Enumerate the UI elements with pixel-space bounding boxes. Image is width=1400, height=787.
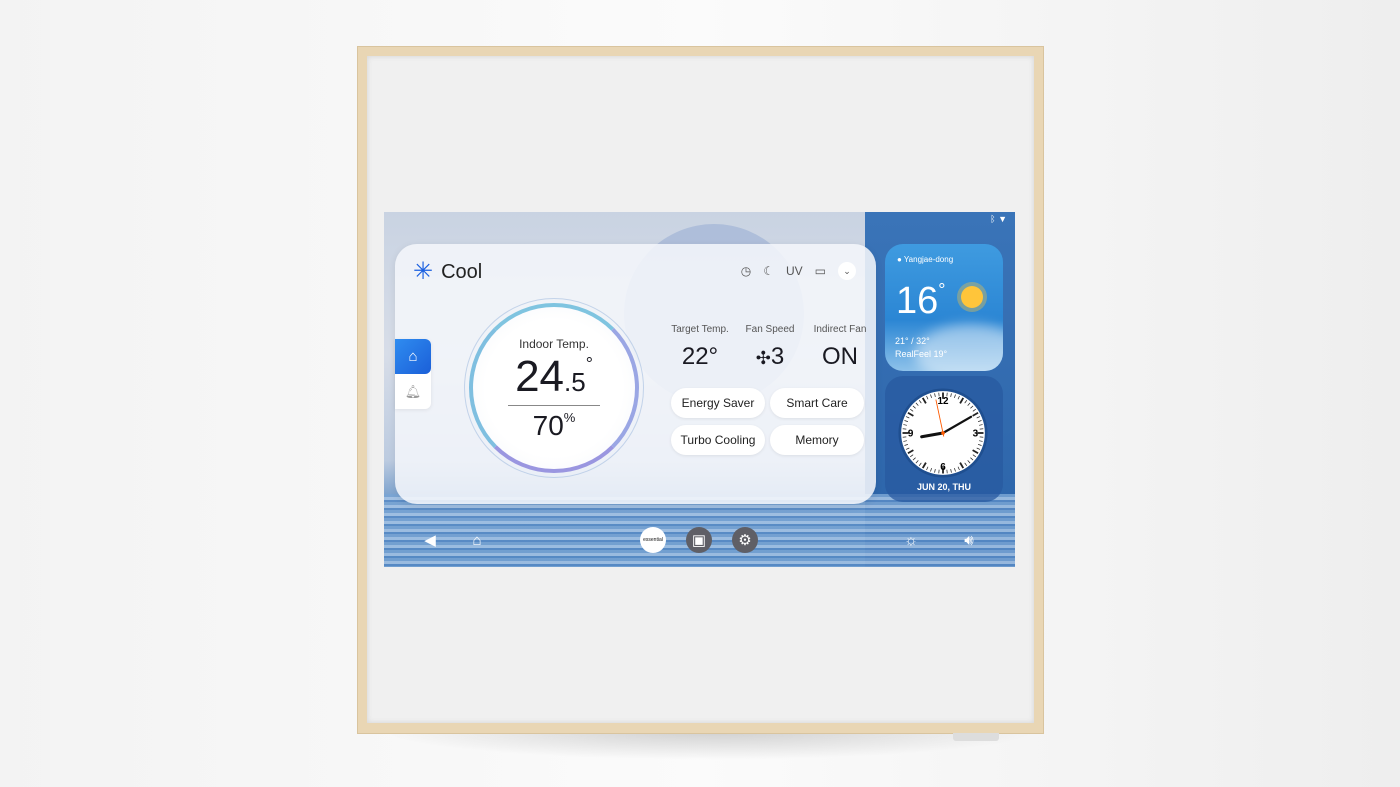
target-temp[interactable]: Target Temp. 22° [665, 324, 735, 371]
home-icon[interactable]: ⌂ [467, 527, 487, 553]
weather-widget[interactable]: ● Yangjae-dong 16° 21° / 32° RealFeel 19… [885, 244, 1003, 371]
indirect-fan[interactable]: Indirect Fan ON [805, 324, 875, 371]
stat-value: 22° [681, 343, 719, 370]
memory-button[interactable]: Memory [770, 425, 864, 455]
stats: Target Temp. 22° Fan Speed ✣3 Indirect Fan… [665, 324, 875, 371]
back-icon[interactable]: ◀ [420, 527, 440, 553]
weather-temp-value: 16 [896, 280, 939, 322]
location-pin-icon: ● [897, 255, 902, 264]
snowflake-icon: ✳ [413, 258, 434, 285]
indoor-label: Indoor Temp. [519, 337, 589, 351]
clock-12: 12 [938, 396, 949, 407]
analog-clock: 12 3 6 9 [898, 388, 988, 478]
stat-value-wrap: ✣3 [735, 343, 805, 371]
indoor-dial: Indoor Temp. 24.5° 70% [469, 303, 639, 473]
clock-widget[interactable]: 12 3 6 9 JUN 20, THU [885, 376, 1003, 502]
essential-button[interactable]: essential [640, 527, 666, 553]
filter-icon[interactable]: ▭ [815, 264, 826, 278]
feature-icons: ◷ ☾ UV ▭ ⌄ [741, 262, 856, 280]
screen: ᛒ ▼ ✳ Cool ◷ ☾ UV ▭ ⌄ ⌂ 🔔︎ Indoor Temp. 2… [384, 212, 1015, 567]
fan-speed[interactable]: Fan Speed ✣3 [735, 324, 805, 371]
ac-control-card: ✳ Cool ◷ ☾ UV ▭ ⌄ ⌂ 🔔︎ Indoor Temp. 24.5°… [395, 244, 876, 504]
brightness-icon[interactable]: ☼ [901, 527, 921, 553]
stat-title: Indirect Fan [813, 324, 867, 335]
turbo-cooling-button[interactable]: Turbo Cooling [671, 425, 765, 455]
volume-icon[interactable]: 🔊︎ [959, 527, 979, 553]
stat-title: Target Temp. [671, 324, 729, 335]
weather-deg: ° [938, 280, 946, 300]
clock-9: 9 [908, 429, 914, 440]
mode-selector[interactable]: ✳ Cool [413, 260, 482, 284]
temp-decimal: .5 [564, 367, 586, 397]
sun-icon [961, 286, 983, 308]
humidity-value: 70 [532, 410, 564, 441]
date-label: JUN 20, THU [916, 482, 971, 492]
fan-icon: ✣ [755, 348, 771, 368]
humidity: 70% [473, 410, 635, 442]
notifications-tab[interactable]: 🔔︎ [395, 374, 431, 409]
realfeel: RealFeel 19° [895, 349, 948, 359]
side-tabs: ⌂ 🔔︎ [395, 339, 431, 409]
stat-value: ON [822, 343, 858, 370]
humidity-unit: % [563, 410, 576, 425]
location: ● Yangjae-dong [897, 255, 953, 264]
devices-icon[interactable]: ▣ [686, 527, 712, 553]
home-tab[interactable]: ⌂ [395, 339, 431, 374]
energy-saver-button[interactable]: Energy Saver [671, 388, 765, 418]
bluetooth-icon: ᛒ [990, 214, 996, 224]
timer-icon[interactable]: ◷ [741, 264, 751, 278]
cloud-image [915, 324, 1003, 371]
indoor-temp: 24.5° [473, 355, 635, 399]
uv-icon[interactable]: UV [786, 264, 803, 278]
clock-3: 3 [973, 429, 979, 440]
stat-title: Fan Speed [745, 324, 795, 335]
home-icon: ⌂ [408, 348, 418, 365]
temp-integer: 24 [515, 352, 565, 401]
bell-icon: 🔔︎ [404, 383, 422, 399]
temp-degree: ° [585, 354, 593, 374]
bottom-nav: ◀ ⌂ essential ▣ ⚙ ☼ 🔊︎ [384, 527, 1015, 557]
mode-label: Cool [441, 260, 483, 283]
device-button [953, 733, 999, 741]
weather-temp: 16° [896, 280, 945, 323]
smart-care-button[interactable]: Smart Care [770, 388, 864, 418]
divider [508, 405, 600, 406]
stat-value: 3 [770, 343, 785, 370]
status-bar: ᛒ ▼ [990, 214, 1007, 224]
essential-label: essential [643, 537, 663, 543]
clock-6: 6 [940, 462, 946, 473]
chevron-down-icon[interactable]: ⌄ [838, 262, 856, 280]
wifi-icon: ▼ [998, 214, 1007, 224]
settings-icon[interactable]: ⚙ [732, 527, 758, 553]
temp-range: 21° / 32° [895, 336, 930, 346]
sleep-icon[interactable]: ☾ [763, 264, 774, 278]
location-label: Yangjae-dong [903, 255, 954, 264]
function-buttons: Energy Saver Smart Care Turbo Cooling Me… [671, 388, 864, 455]
